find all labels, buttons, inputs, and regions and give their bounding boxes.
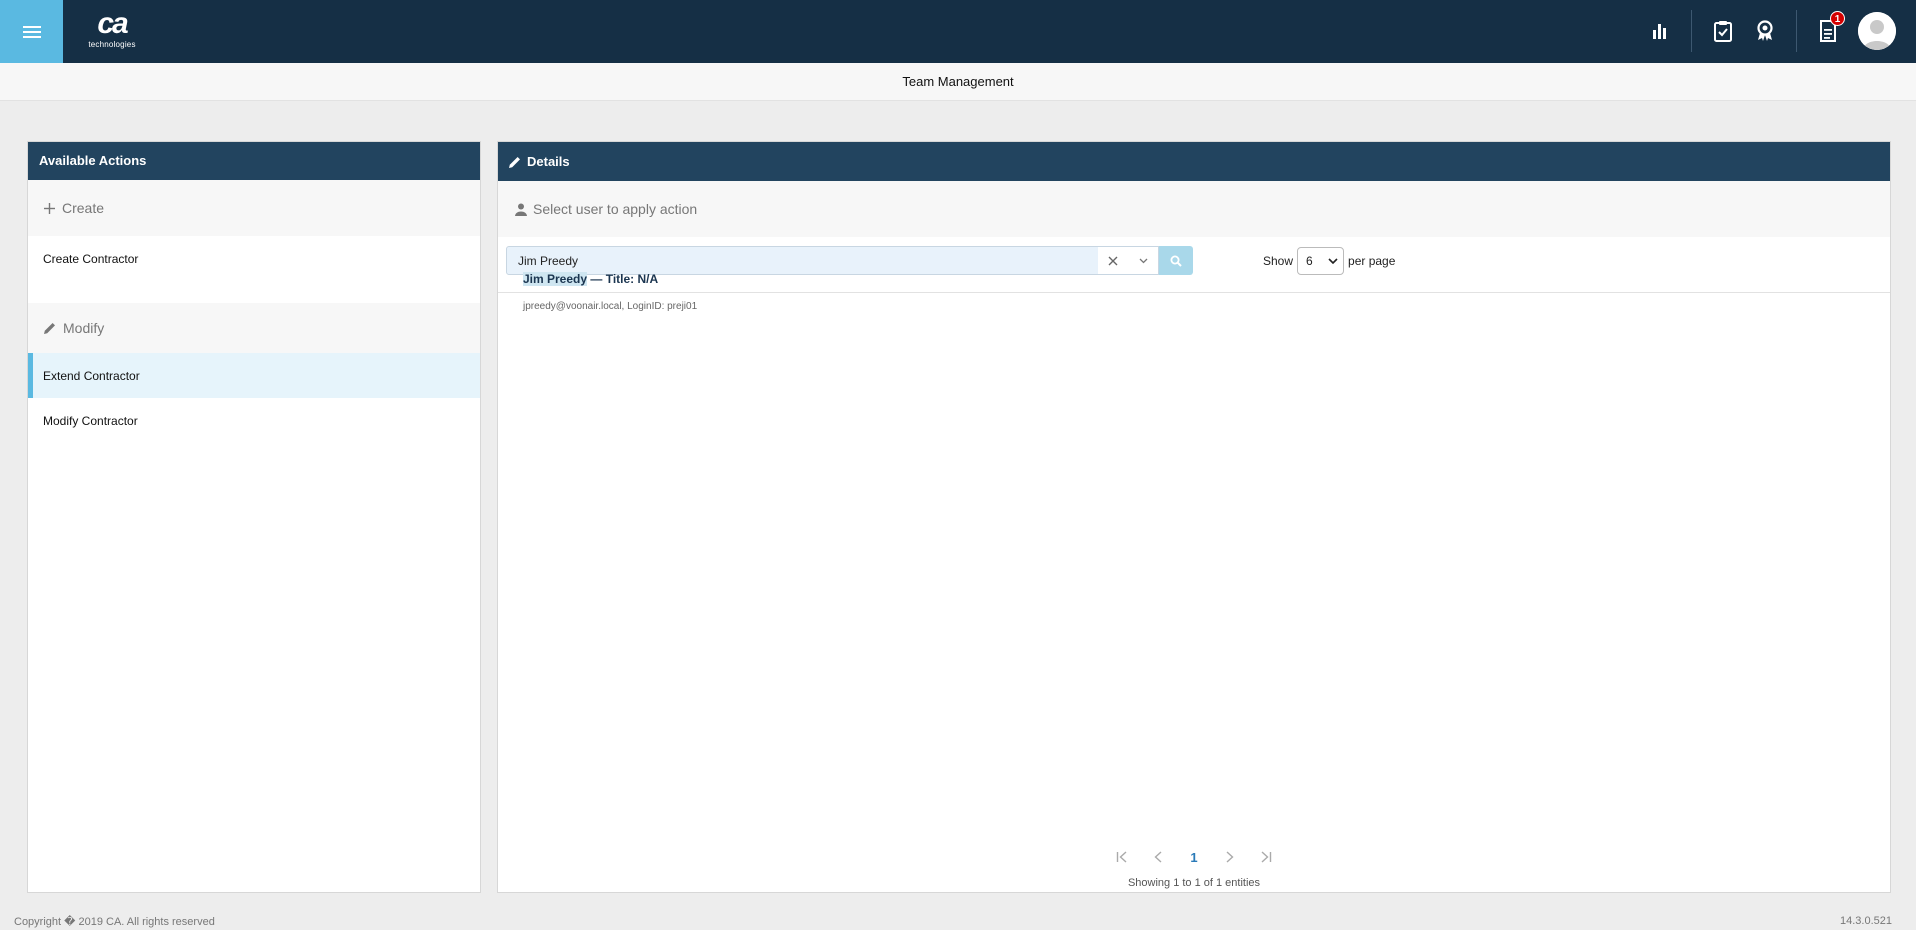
requests-button[interactable]: 1 bbox=[1811, 11, 1845, 48]
pencil-icon bbox=[509, 156, 520, 168]
last-page-button[interactable] bbox=[1248, 845, 1284, 869]
plus-icon bbox=[44, 202, 55, 214]
select-user-header: Select user to apply action bbox=[498, 181, 1890, 237]
pencil-icon bbox=[44, 323, 55, 334]
action-modify-contractor[interactable]: Modify Contractor bbox=[28, 398, 480, 443]
certifications-button[interactable] bbox=[1748, 14, 1782, 48]
copyright-text: Copyright � 2019 CA. All rights reserved bbox=[14, 916, 215, 928]
show-label: Show bbox=[1263, 254, 1294, 268]
menu-button[interactable] bbox=[0, 0, 63, 63]
ca-logo[interactable]: ca technologies bbox=[84, 8, 140, 54]
modify-section-header: Modify bbox=[28, 303, 480, 353]
available-actions-panel: Available Actions Create Create Contract… bbox=[27, 141, 481, 893]
per-page-value: 6 bbox=[1306, 254, 1313, 268]
select-user-label: Select user to apply action bbox=[533, 201, 698, 217]
user-avatar[interactable] bbox=[1858, 12, 1896, 50]
navbar-divider bbox=[1691, 10, 1692, 52]
action-create-contractor[interactable]: Create Contractor bbox=[28, 236, 480, 281]
search-value[interactable]: Jim Preedy bbox=[507, 254, 1098, 268]
result-name-highlight: Jim Preedy bbox=[523, 272, 588, 286]
bar-chart-icon bbox=[1653, 24, 1666, 39]
chevron-right-icon bbox=[1226, 851, 1234, 863]
page-1-button[interactable]: 1 bbox=[1176, 845, 1212, 869]
last-page-icon bbox=[1261, 851, 1272, 863]
award-icon bbox=[1757, 20, 1773, 41]
modify-section-label: Modify bbox=[63, 320, 105, 336]
action-extend-contractor[interactable]: Extend Contractor bbox=[28, 353, 480, 398]
first-page-icon bbox=[1116, 851, 1127, 863]
available-actions-header: Available Actions bbox=[28, 142, 480, 180]
menu-icon bbox=[22, 25, 41, 38]
available-actions-title: Available Actions bbox=[39, 153, 147, 168]
next-page-button[interactable] bbox=[1212, 845, 1248, 869]
pagination: 1 bbox=[498, 845, 1890, 869]
version-text: 14.3.0.521 bbox=[1840, 915, 1892, 927]
clipboard-check-icon bbox=[1714, 21, 1732, 42]
details-title: Details bbox=[527, 153, 570, 169]
result-title-suffix: — Title: N/A bbox=[587, 272, 659, 286]
first-page-button[interactable] bbox=[1104, 845, 1140, 869]
create-section-header: Create bbox=[28, 180, 480, 236]
result-subtitle: jpreedy@voonair.local, LoginID: preji01 bbox=[523, 301, 698, 312]
create-section-label: Create bbox=[62, 200, 105, 216]
close-icon bbox=[1108, 256, 1118, 265]
chevron-left-icon bbox=[1154, 851, 1162, 863]
prev-page-button[interactable] bbox=[1140, 845, 1176, 869]
chevron-down-icon bbox=[1139, 258, 1147, 263]
details-panel: Details Select user to apply action Jim … bbox=[497, 141, 1891, 893]
logo-text: ca bbox=[97, 7, 128, 40]
chevron-down-icon bbox=[1328, 258, 1338, 264]
user-icon bbox=[515, 203, 527, 216]
search-result-item[interactable]: Jim Preedy — Title: N/A jpreedy@voonair.… bbox=[513, 268, 1877, 320]
result-title[interactable]: Jim Preedy — Title: N/A bbox=[513, 268, 1877, 293]
logo-subtext: technologies bbox=[88, 40, 136, 49]
per-page-label: per page bbox=[1348, 254, 1396, 268]
user-avatar-icon bbox=[1858, 12, 1896, 50]
page-title: Team Management bbox=[0, 63, 1916, 101]
top-navbar: ca technologies 1 bbox=[0, 0, 1916, 63]
notification-badge: 1 bbox=[1830, 11, 1845, 26]
pagination-info: Showing 1 to 1 of 1 entities bbox=[1127, 877, 1261, 889]
tasks-button[interactable] bbox=[1706, 14, 1740, 48]
navbar-divider bbox=[1796, 10, 1797, 52]
details-header: Details bbox=[498, 142, 1890, 181]
search-icon bbox=[1170, 255, 1182, 267]
reports-button[interactable] bbox=[1643, 14, 1677, 48]
